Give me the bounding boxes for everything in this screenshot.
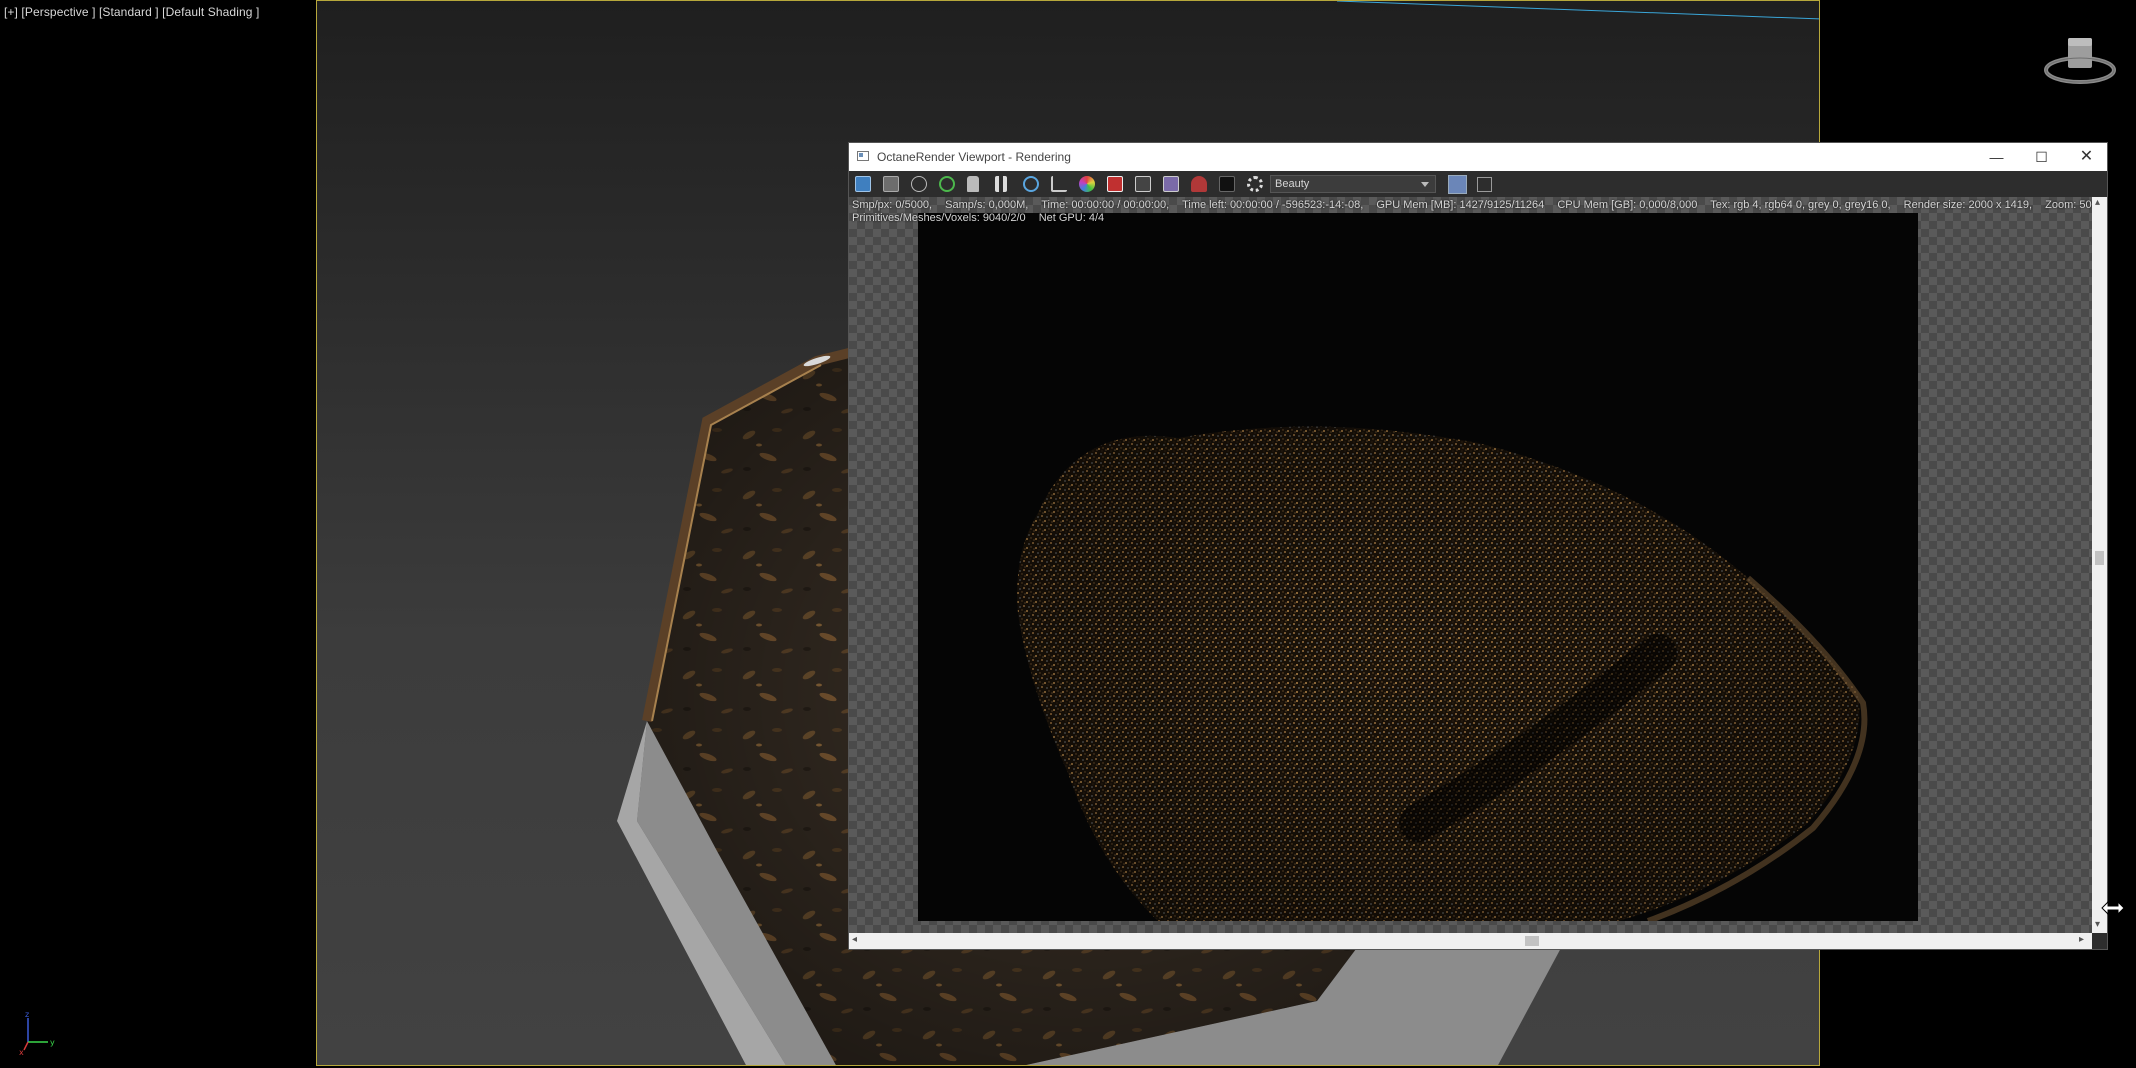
vertical-scroll-thumb[interactable] — [2095, 551, 2104, 565]
clay-mode-icon[interactable] — [1107, 176, 1123, 192]
zoom-icon[interactable] — [911, 176, 927, 192]
film-region-icon[interactable] — [1163, 176, 1179, 192]
scroll-left-icon[interactable]: ◂ — [852, 934, 857, 945]
horizontal-scrollbar[interactable]: ◂ ▸ — [849, 933, 2092, 949]
refresh-icon[interactable] — [1023, 176, 1039, 192]
fit-view-icon[interactable] — [1477, 177, 1492, 192]
window-title: OctaneRender Viewport - Rendering — [877, 150, 1071, 164]
resize-cursor-icon — [2101, 900, 2125, 916]
grid-view-icon[interactable] — [1448, 175, 1467, 194]
maximize-button[interactable]: ☐ — [2019, 143, 2064, 171]
copy-icon[interactable] — [883, 176, 899, 192]
color-picker-icon[interactable] — [1079, 176, 1095, 192]
render-output — [918, 213, 1918, 921]
vertical-scrollbar[interactable]: ▴ ▾ — [2092, 197, 2107, 933]
stat-time: Time: 00:00:00 / 00:00:00, — [1041, 199, 1170, 211]
viewport-label[interactable]: [+] [Perspective ] [Standard ] [Default … — [4, 5, 259, 19]
render-toolbar: Beauty — [849, 171, 2107, 197]
scroll-down-icon[interactable]: ▾ — [2095, 919, 2100, 930]
pause-icon[interactable] — [995, 176, 1007, 192]
minimize-button[interactable]: — — [1974, 143, 2019, 171]
autofocus-icon[interactable] — [1051, 176, 1067, 192]
close-button[interactable]: ✕ — [2064, 143, 2109, 171]
axis-tripod-icon: z y x — [19, 1010, 55, 1056]
stat-cpu-mem: CPU Mem [GB]: 0,000/8,000 — [1557, 199, 1698, 211]
restart-icon[interactable] — [939, 176, 955, 192]
render-stats-line1: Smp/px: 0/5000, Samp/s: 0,000M, Time: 00… — [852, 199, 2092, 211]
stat-time-left: Time left: 00:00:00 / -596523:-14:-08, — [1182, 199, 1364, 211]
scroll-right-icon[interactable]: ▸ — [2079, 934, 2084, 945]
render-stats-line2: Primitives/Meshes/Voxels: 9040/2/0 Net G… — [852, 212, 1114, 224]
region-render-icon[interactable] — [1135, 176, 1151, 192]
axis-y-label: y — [50, 1038, 55, 1047]
chevron-down-icon — [1421, 182, 1429, 187]
stat-samples-per-second: Samp/s: 0,000M, — [945, 199, 1029, 211]
settings-icon[interactable] — [1247, 176, 1263, 192]
scroll-up-icon[interactable]: ▴ — [2095, 197, 2100, 208]
octane-viewport-window[interactable]: OctaneRender Viewport - Rendering — ☐ ✕ … — [848, 142, 2108, 950]
render-canvas[interactable]: Smp/px: 0/5000, Samp/s: 0,000M, Time: 00… — [849, 197, 2092, 933]
lock-icon[interactable] — [967, 176, 979, 192]
stat-gpu-mem: GPU Mem [MB]: 1427/9125/11264 — [1376, 199, 1545, 211]
lut-icon[interactable] — [1219, 176, 1235, 192]
stat-net-gpu: Net GPU: 4/4 — [1038, 212, 1105, 224]
rendered-rock — [918, 213, 1918, 921]
camera-icon[interactable] — [1191, 176, 1207, 192]
app-icon — [857, 151, 869, 161]
horizontal-scroll-thumb[interactable] — [1525, 936, 1539, 946]
stat-zoom: Zoom: 50%, — [2045, 199, 2092, 211]
stat-samples-per-pixel: Smp/px: 0/5000, — [852, 199, 933, 211]
axis-z-label: z — [25, 1010, 29, 1019]
stat-primitives: Primitives/Meshes/Voxels: 9040/2/0 — [852, 212, 1026, 224]
render-pass-value: Beauty — [1275, 178, 1310, 190]
render-pass-select[interactable]: Beauty — [1270, 175, 1436, 193]
stat-textures: Tex: rgb 4, rgb64 0, grey 0, grey16 0, — [1710, 199, 1891, 211]
title-bar[interactable]: OctaneRender Viewport - Rendering — ☐ ✕ — [849, 143, 2107, 171]
save-render-icon[interactable] — [855, 176, 871, 192]
viewcube-icon[interactable] — [2042, 34, 2122, 96]
axis-x-label: x — [19, 1048, 24, 1056]
stat-render-size: Render size: 2000 x 1419, — [1903, 199, 2033, 211]
